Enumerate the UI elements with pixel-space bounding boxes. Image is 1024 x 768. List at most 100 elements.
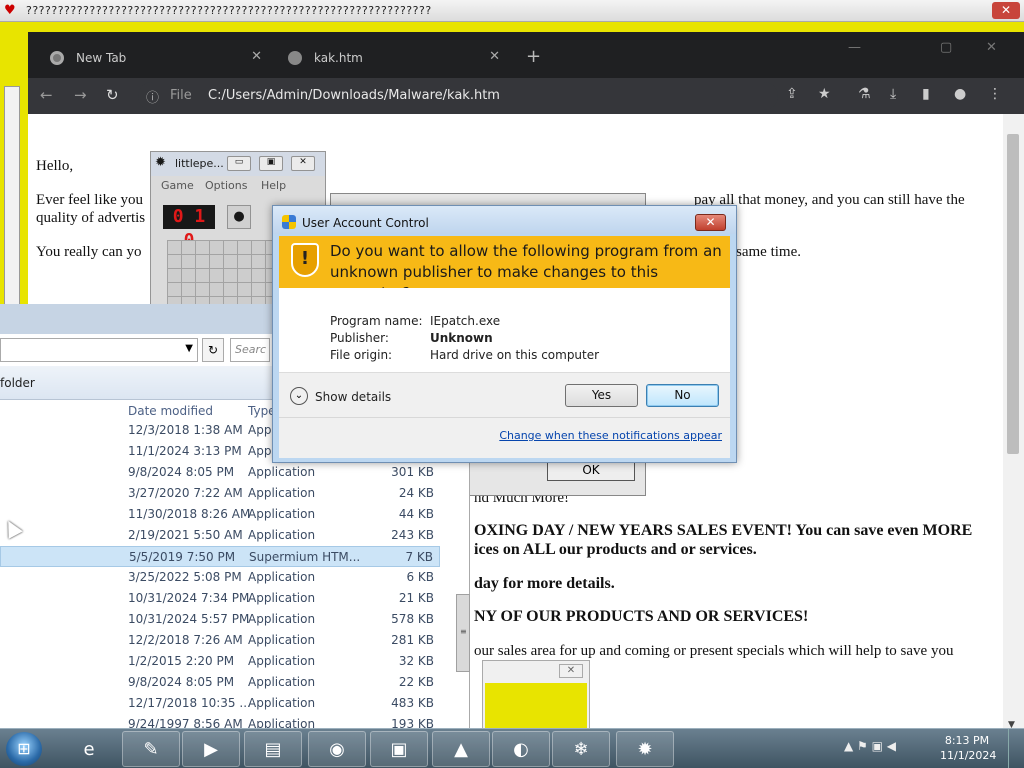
publisher-label: Publisher: — [330, 331, 389, 345]
file-type: Supermium HTM... — [249, 550, 361, 564]
back-icon[interactable]: ← — [40, 86, 53, 104]
tab-kak-htm[interactable]: kak.htm ✕ — [274, 40, 510, 78]
new-tab-button[interactable]: + — [526, 46, 541, 67]
file-row[interactable]: 3/25/2022 5:08 PM Application 6 KB — [0, 567, 440, 588]
file-row[interactable]: 10/31/2024 5:57 PM Application 578 KB — [0, 609, 440, 630]
file-size: 24 KB — [398, 486, 434, 500]
sidepanel-icon[interactable]: ▮ — [922, 86, 930, 102]
yellow-popup: ✕ — [482, 660, 590, 732]
close-button[interactable]: ✕ — [291, 156, 315, 171]
uac-shield-icon — [282, 215, 296, 229]
file-size: 6 KB — [406, 570, 434, 584]
maximize-button[interactable]: ▣ — [259, 156, 283, 171]
file-type: Appl — [248, 423, 275, 437]
file-row[interactable]: 12/2/2018 7:26 AM Application 281 KB — [0, 630, 440, 651]
reload-icon[interactable]: ↻ — [106, 86, 119, 104]
file-date: 10/31/2024 7:34 PM — [128, 591, 250, 605]
uac-program-info: Program name: IEpatch.exe Publisher: Unk… — [279, 288, 730, 372]
background-window-titlebar[interactable]: ♥ ??????????????????????????????????????… — [0, 0, 1024, 22]
taskbar-media-icon[interactable]: ▶ — [182, 731, 240, 767]
file-date: 12/17/2018 10:35 ... — [128, 696, 251, 710]
show-desktop-button[interactable] — [1008, 729, 1024, 768]
show-details-button[interactable]: Show details — [315, 390, 391, 404]
file-row[interactable]: 11/30/2018 8:26 AM Application 44 KB — [0, 504, 440, 525]
maximize-button[interactable]: ▢ — [940, 40, 952, 55]
minimize-button[interactable]: — — [848, 40, 861, 55]
file-type: Application — [248, 675, 316, 689]
page-scrollbar[interactable]: ▼ — [1003, 114, 1024, 732]
menu-icon[interactable]: ⋮ — [988, 86, 1002, 102]
taskbar-paint-icon[interactable]: ◐ — [492, 731, 550, 767]
tab-close-icon[interactable]: ✕ — [251, 49, 262, 64]
file-type: Application — [248, 696, 316, 710]
tab-close-icon[interactable]: ✕ — [489, 49, 500, 64]
tab-new-tab[interactable]: New Tab ✕ — [36, 40, 272, 78]
file-type: Application — [248, 654, 316, 668]
refresh-button[interactable]: ↻ — [202, 338, 224, 362]
heart-icon: ♥ — [4, 3, 16, 18]
file-row[interactable]: 12/17/2018 10:35 ... Application 483 KB — [0, 693, 440, 714]
file-type: Application — [248, 612, 316, 626]
file-row[interactable]: 3/27/2020 7:22 AM Application 24 KB — [0, 483, 440, 504]
profile-icon[interactable]: ● — [954, 86, 966, 102]
yes-button[interactable]: Yes — [565, 384, 638, 407]
forward-icon[interactable]: → — [74, 86, 87, 104]
file-date: 11/30/2018 8:26 AM — [128, 507, 251, 521]
download-icon[interactable]: ⤓ — [890, 86, 896, 102]
file-size: 483 KB — [391, 696, 434, 710]
clock[interactable]: 8:13 PM 11/1/2024 — [940, 733, 996, 763]
close-button[interactable]: ✕ — [559, 664, 583, 678]
explorer-scrollbar[interactable]: ≡ — [456, 594, 470, 672]
taskbar-app-1-icon[interactable]: ✎ — [122, 731, 180, 767]
taskbar-app-2-icon[interactable]: ▣ — [370, 731, 428, 767]
url-text[interactable]: C:/Users/Admin/Downloads/Malware/kak.htm — [208, 88, 500, 103]
scrollbar-thumb[interactable] — [1007, 134, 1019, 454]
system-tray[interactable]: ▲ ⚑ ▣ ◀ — [844, 739, 896, 753]
address-bar[interactable]: ⓘ File C:/Users/Admin/Downloads/Malware/… — [138, 82, 778, 110]
menu-options[interactable]: Options — [205, 179, 247, 192]
publisher-value: Unknown — [430, 331, 493, 345]
taskbar-snowflake-icon[interactable]: ❄ — [552, 731, 610, 767]
new-folder-button[interactable]: folder — [0, 376, 35, 390]
file-row[interactable]: 1/2/2015 2:20 PM Application 32 KB — [0, 651, 440, 672]
file-type: Appl — [248, 444, 275, 458]
minesweeper-titlebar[interactable]: ✹ littlepe... ▭ ▣ ✕ — [151, 152, 325, 176]
smiley-face-button[interactable]: ● — [227, 205, 251, 229]
taskbar-minesweeper-icon[interactable]: ✹ — [616, 731, 674, 767]
taskbar-ie-icon[interactable]: e — [60, 731, 118, 767]
menu-game[interactable]: Game — [161, 179, 194, 192]
column-date-modified[interactable]: Date modified — [128, 404, 213, 418]
file-origin-label: File origin: — [330, 348, 393, 362]
lab-icon[interactable]: ⚗ — [858, 86, 871, 102]
page-text-line7: day for more details. — [474, 575, 615, 592]
file-row[interactable]: 10/31/2024 7:34 PM Application 21 KB — [0, 588, 440, 609]
minimize-button[interactable]: ▭ — [227, 156, 251, 171]
file-row[interactable]: 9/8/2024 8:05 PM Application 22 KB — [0, 672, 440, 693]
uac-titlebar[interactable]: User Account Control ✕ — [273, 206, 736, 234]
close-button[interactable]: ✕ — [986, 40, 997, 55]
file-row[interactable]: 5/5/2019 7:50 PM Supermium HTM... 7 KB — [0, 546, 440, 567]
share-icon[interactable]: ⇪ — [786, 86, 798, 102]
explorer-address-bar[interactable]: ▼ — [0, 338, 198, 362]
info-icon[interactable]: ⓘ — [146, 87, 159, 106]
taskbar-app-3-icon[interactable]: ▲ — [432, 731, 490, 767]
change-notifications-link[interactable]: Change when these notifications appear — [499, 429, 722, 442]
uac-close-button[interactable]: ✕ — [695, 214, 726, 231]
search-input[interactable]: Searc — [230, 338, 270, 362]
file-origin-value: Hard drive on this computer — [430, 348, 600, 362]
no-button[interactable]: No — [646, 384, 719, 407]
file-row[interactable]: 2/19/2021 5:50 AM Application 243 KB — [0, 525, 440, 546]
chevron-down-icon[interactable]: ▼ — [185, 343, 193, 354]
mine-grid[interactable] — [167, 240, 283, 312]
taskbar-explorer-icon[interactable]: ▤ — [244, 731, 302, 767]
page-text-line1a: Ever feel like you — [36, 192, 144, 208]
background-window-close-button[interactable]: ✕ — [992, 2, 1020, 19]
chevron-down-icon[interactable]: ⌄ — [290, 387, 308, 405]
taskbar-browser-icon[interactable]: ◉ — [308, 731, 366, 767]
menu-help[interactable]: Help — [261, 179, 286, 192]
clock-time: 8:13 PM — [944, 734, 990, 747]
file-row[interactable]: 9/8/2024 8:05 PM Application 301 KB — [0, 462, 440, 483]
start-button[interactable]: ⊞ — [6, 732, 42, 766]
bookmark-star-icon[interactable]: ★ — [818, 86, 831, 102]
taskbar: ⊞ e ✎ ▶ ▤ ◉ ▣ ▲ ◐ ❄ ✹ ▲ ⚑ ▣ ◀ 8:13 PM 11… — [0, 728, 1024, 768]
